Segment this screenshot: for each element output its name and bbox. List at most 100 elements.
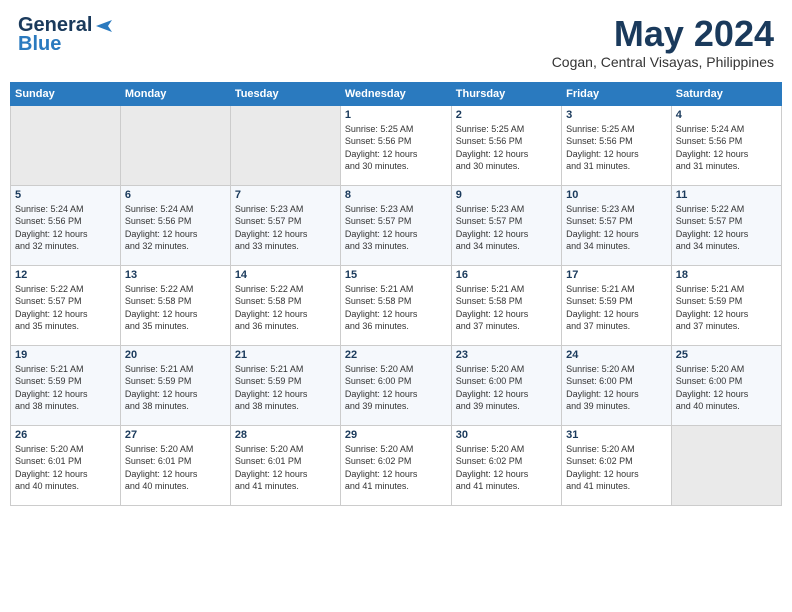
day-number: 28 <box>235 429 336 441</box>
day-number: 1 <box>345 109 447 121</box>
day-number: 22 <box>345 349 447 361</box>
day-info: Sunrise: 5:25 AM Sunset: 5:56 PM Dayligh… <box>566 123 667 173</box>
day-info: Sunrise: 5:20 AM Sunset: 6:00 PM Dayligh… <box>345 363 447 413</box>
day-number: 23 <box>456 349 557 361</box>
calendar-week-row: 12 Sunrise: 5:22 AM Sunset: 5:57 PM Dayli… <box>11 265 782 345</box>
day-number: 11 <box>676 189 777 201</box>
day-number: 29 <box>345 429 447 441</box>
day-number: 24 <box>566 349 667 361</box>
calendar-cell <box>671 425 781 505</box>
logo: General Blue <box>18 14 114 56</box>
calendar-cell: 31 Sunrise: 5:20 AM Sunset: 6:02 PM Dayli… <box>562 425 672 505</box>
month-title: May 2024 <box>552 14 774 54</box>
calendar-cell: 9 Sunrise: 5:23 AM Sunset: 5:57 PM Daylig… <box>451 185 561 265</box>
day-number: 5 <box>15 189 116 201</box>
calendar-cell: 14 Sunrise: 5:22 AM Sunset: 5:58 PM Dayli… <box>230 265 340 345</box>
calendar-cell: 10Sunrise: 5:23 AM Sunset: 5:57 PM Dayli… <box>562 185 672 265</box>
day-number: 6 <box>125 189 226 201</box>
day-info: Sunrise: 5:22 AM Sunset: 5:58 PM Dayligh… <box>125 283 226 333</box>
calendar-cell: 15Sunrise: 5:21 AM Sunset: 5:58 PM Dayli… <box>340 265 451 345</box>
day-number: 13 <box>125 269 226 281</box>
day-info: Sunrise: 5:20 AM Sunset: 6:02 PM Dayligh… <box>345 443 447 493</box>
day-number: 17 <box>566 269 667 281</box>
day-info: Sunrise: 5:24 AM Sunset: 5:56 PM Dayligh… <box>125 203 226 253</box>
weekday-header: Sunday <box>11 82 121 105</box>
weekday-header: Tuesday <box>230 82 340 105</box>
calendar-cell: 17 Sunrise: 5:21 AM Sunset: 5:59 PM Dayli… <box>562 265 672 345</box>
calendar-cell: 2Sunrise: 5:25 AM Sunset: 5:56 PM Daylig… <box>451 105 561 185</box>
calendar-cell: 24Sunrise: 5:20 AM Sunset: 6:00 PM Dayli… <box>562 345 672 425</box>
day-info: Sunrise: 5:25 AM Sunset: 5:56 PM Dayligh… <box>345 123 447 173</box>
day-number: 31 <box>566 429 667 441</box>
calendar-cell: 21 Sunrise: 5:21 AM Sunset: 5:59 PM Dayli… <box>230 345 340 425</box>
day-info: Sunrise: 5:23 AM Sunset: 5:57 PM Dayligh… <box>345 203 447 253</box>
weekday-header: Thursday <box>451 82 561 105</box>
calendar-cell <box>230 105 340 185</box>
day-number: 20 <box>125 349 226 361</box>
logo-blue: Blue <box>18 33 61 56</box>
day-number: 12 <box>15 269 116 281</box>
calendar-cell: 27 Sunrise: 5:20 AM Sunset: 6:01 PM Dayli… <box>120 425 230 505</box>
day-info: Sunrise: 5:20 AM Sunset: 6:01 PM Dayligh… <box>235 443 336 493</box>
weekday-header: Monday <box>120 82 230 105</box>
calendar-cell: 4Sunrise: 5:24 AM Sunset: 5:56 PM Daylig… <box>671 105 781 185</box>
day-info: Sunrise: 5:23 AM Sunset: 5:57 PM Dayligh… <box>456 203 557 253</box>
page-header: General Blue May 2024 Cogan, Central Vis… <box>10 10 782 74</box>
weekday-header: Saturday <box>671 82 781 105</box>
day-info: Sunrise: 5:20 AM Sunset: 6:00 PM Dayligh… <box>676 363 777 413</box>
calendar-cell <box>11 105 121 185</box>
calendar-cell: 22 Sunrise: 5:20 AM Sunset: 6:00 PM Dayli… <box>340 345 451 425</box>
day-number: 10 <box>566 189 667 201</box>
day-info: Sunrise: 5:21 AM Sunset: 5:59 PM Dayligh… <box>125 363 226 413</box>
logo-bird-icon <box>94 16 114 36</box>
weekday-header: Friday <box>562 82 672 105</box>
day-number: 18 <box>676 269 777 281</box>
day-number: 14 <box>235 269 336 281</box>
calendar-cell: 29 Sunrise: 5:20 AM Sunset: 6:02 PM Dayli… <box>340 425 451 505</box>
day-info: Sunrise: 5:24 AM Sunset: 5:56 PM Dayligh… <box>676 123 777 173</box>
day-info: Sunrise: 5:21 AM Sunset: 5:59 PM Dayligh… <box>235 363 336 413</box>
calendar-cell: 3 Sunrise: 5:25 AM Sunset: 5:56 PM Daylig… <box>562 105 672 185</box>
day-info: Sunrise: 5:22 AM Sunset: 5:57 PM Dayligh… <box>15 283 116 333</box>
day-info: Sunrise: 5:20 AM Sunset: 6:02 PM Dayligh… <box>566 443 667 493</box>
day-number: 21 <box>235 349 336 361</box>
calendar-cell: 1 Sunrise: 5:25 AM Sunset: 5:56 PM Daylig… <box>340 105 451 185</box>
day-info: Sunrise: 5:21 AM Sunset: 5:59 PM Dayligh… <box>15 363 116 413</box>
day-info: Sunrise: 5:21 AM Sunset: 5:59 PM Dayligh… <box>676 283 777 333</box>
day-number: 9 <box>456 189 557 201</box>
calendar-header-row: SundayMondayTuesdayWednesdayThursdayFrid… <box>11 82 782 105</box>
title-block: May 2024 Cogan, Central Visayas, Philipp… <box>552 14 774 70</box>
day-number: 26 <box>15 429 116 441</box>
day-info: Sunrise: 5:20 AM Sunset: 6:01 PM Dayligh… <box>125 443 226 493</box>
day-number: 2 <box>456 109 557 121</box>
calendar-cell: 7 Sunrise: 5:23 AM Sunset: 5:57 PM Daylig… <box>230 185 340 265</box>
calendar-cell: 23 Sunrise: 5:20 AM Sunset: 6:00 PM Dayli… <box>451 345 561 425</box>
calendar-cell: 6 Sunrise: 5:24 AM Sunset: 5:56 PM Daylig… <box>120 185 230 265</box>
day-number: 27 <box>125 429 226 441</box>
calendar-cell: 28 Sunrise: 5:20 AM Sunset: 6:01 PM Dayli… <box>230 425 340 505</box>
calendar-cell: 19 Sunrise: 5:21 AM Sunset: 5:59 PM Dayli… <box>11 345 121 425</box>
calendar-cell: 13 Sunrise: 5:22 AM Sunset: 5:58 PM Dayli… <box>120 265 230 345</box>
day-number: 7 <box>235 189 336 201</box>
calendar-cell: 30Sunrise: 5:20 AM Sunset: 6:02 PM Dayli… <box>451 425 561 505</box>
calendar-cell: 11 Sunrise: 5:22 AM Sunset: 5:57 PM Dayli… <box>671 185 781 265</box>
day-info: Sunrise: 5:22 AM Sunset: 5:58 PM Dayligh… <box>235 283 336 333</box>
calendar-cell: 16 Sunrise: 5:21 AM Sunset: 5:58 PM Dayli… <box>451 265 561 345</box>
day-info: Sunrise: 5:24 AM Sunset: 5:56 PM Dayligh… <box>15 203 116 253</box>
calendar-cell <box>120 105 230 185</box>
day-number: 15 <box>345 269 447 281</box>
calendar-week-row: 5 Sunrise: 5:24 AM Sunset: 5:56 PM Daylig… <box>11 185 782 265</box>
day-info: Sunrise: 5:20 AM Sunset: 6:00 PM Dayligh… <box>456 363 557 413</box>
day-info: Sunrise: 5:21 AM Sunset: 5:59 PM Dayligh… <box>566 283 667 333</box>
calendar-cell: 5 Sunrise: 5:24 AM Sunset: 5:56 PM Daylig… <box>11 185 121 265</box>
day-number: 16 <box>456 269 557 281</box>
day-info: Sunrise: 5:23 AM Sunset: 5:57 PM Dayligh… <box>235 203 336 253</box>
day-info: Sunrise: 5:22 AM Sunset: 5:57 PM Dayligh… <box>676 203 777 253</box>
calendar-week-row: 26 Sunrise: 5:20 AM Sunset: 6:01 PM Dayli… <box>11 425 782 505</box>
day-number: 3 <box>566 109 667 121</box>
day-info: Sunrise: 5:21 AM Sunset: 5:58 PM Dayligh… <box>456 283 557 333</box>
day-number: 30 <box>456 429 557 441</box>
day-number: 19 <box>15 349 116 361</box>
calendar-cell: 26Sunrise: 5:20 AM Sunset: 6:01 PM Dayli… <box>11 425 121 505</box>
calendar-table: SundayMondayTuesdayWednesdayThursdayFrid… <box>10 82 782 506</box>
